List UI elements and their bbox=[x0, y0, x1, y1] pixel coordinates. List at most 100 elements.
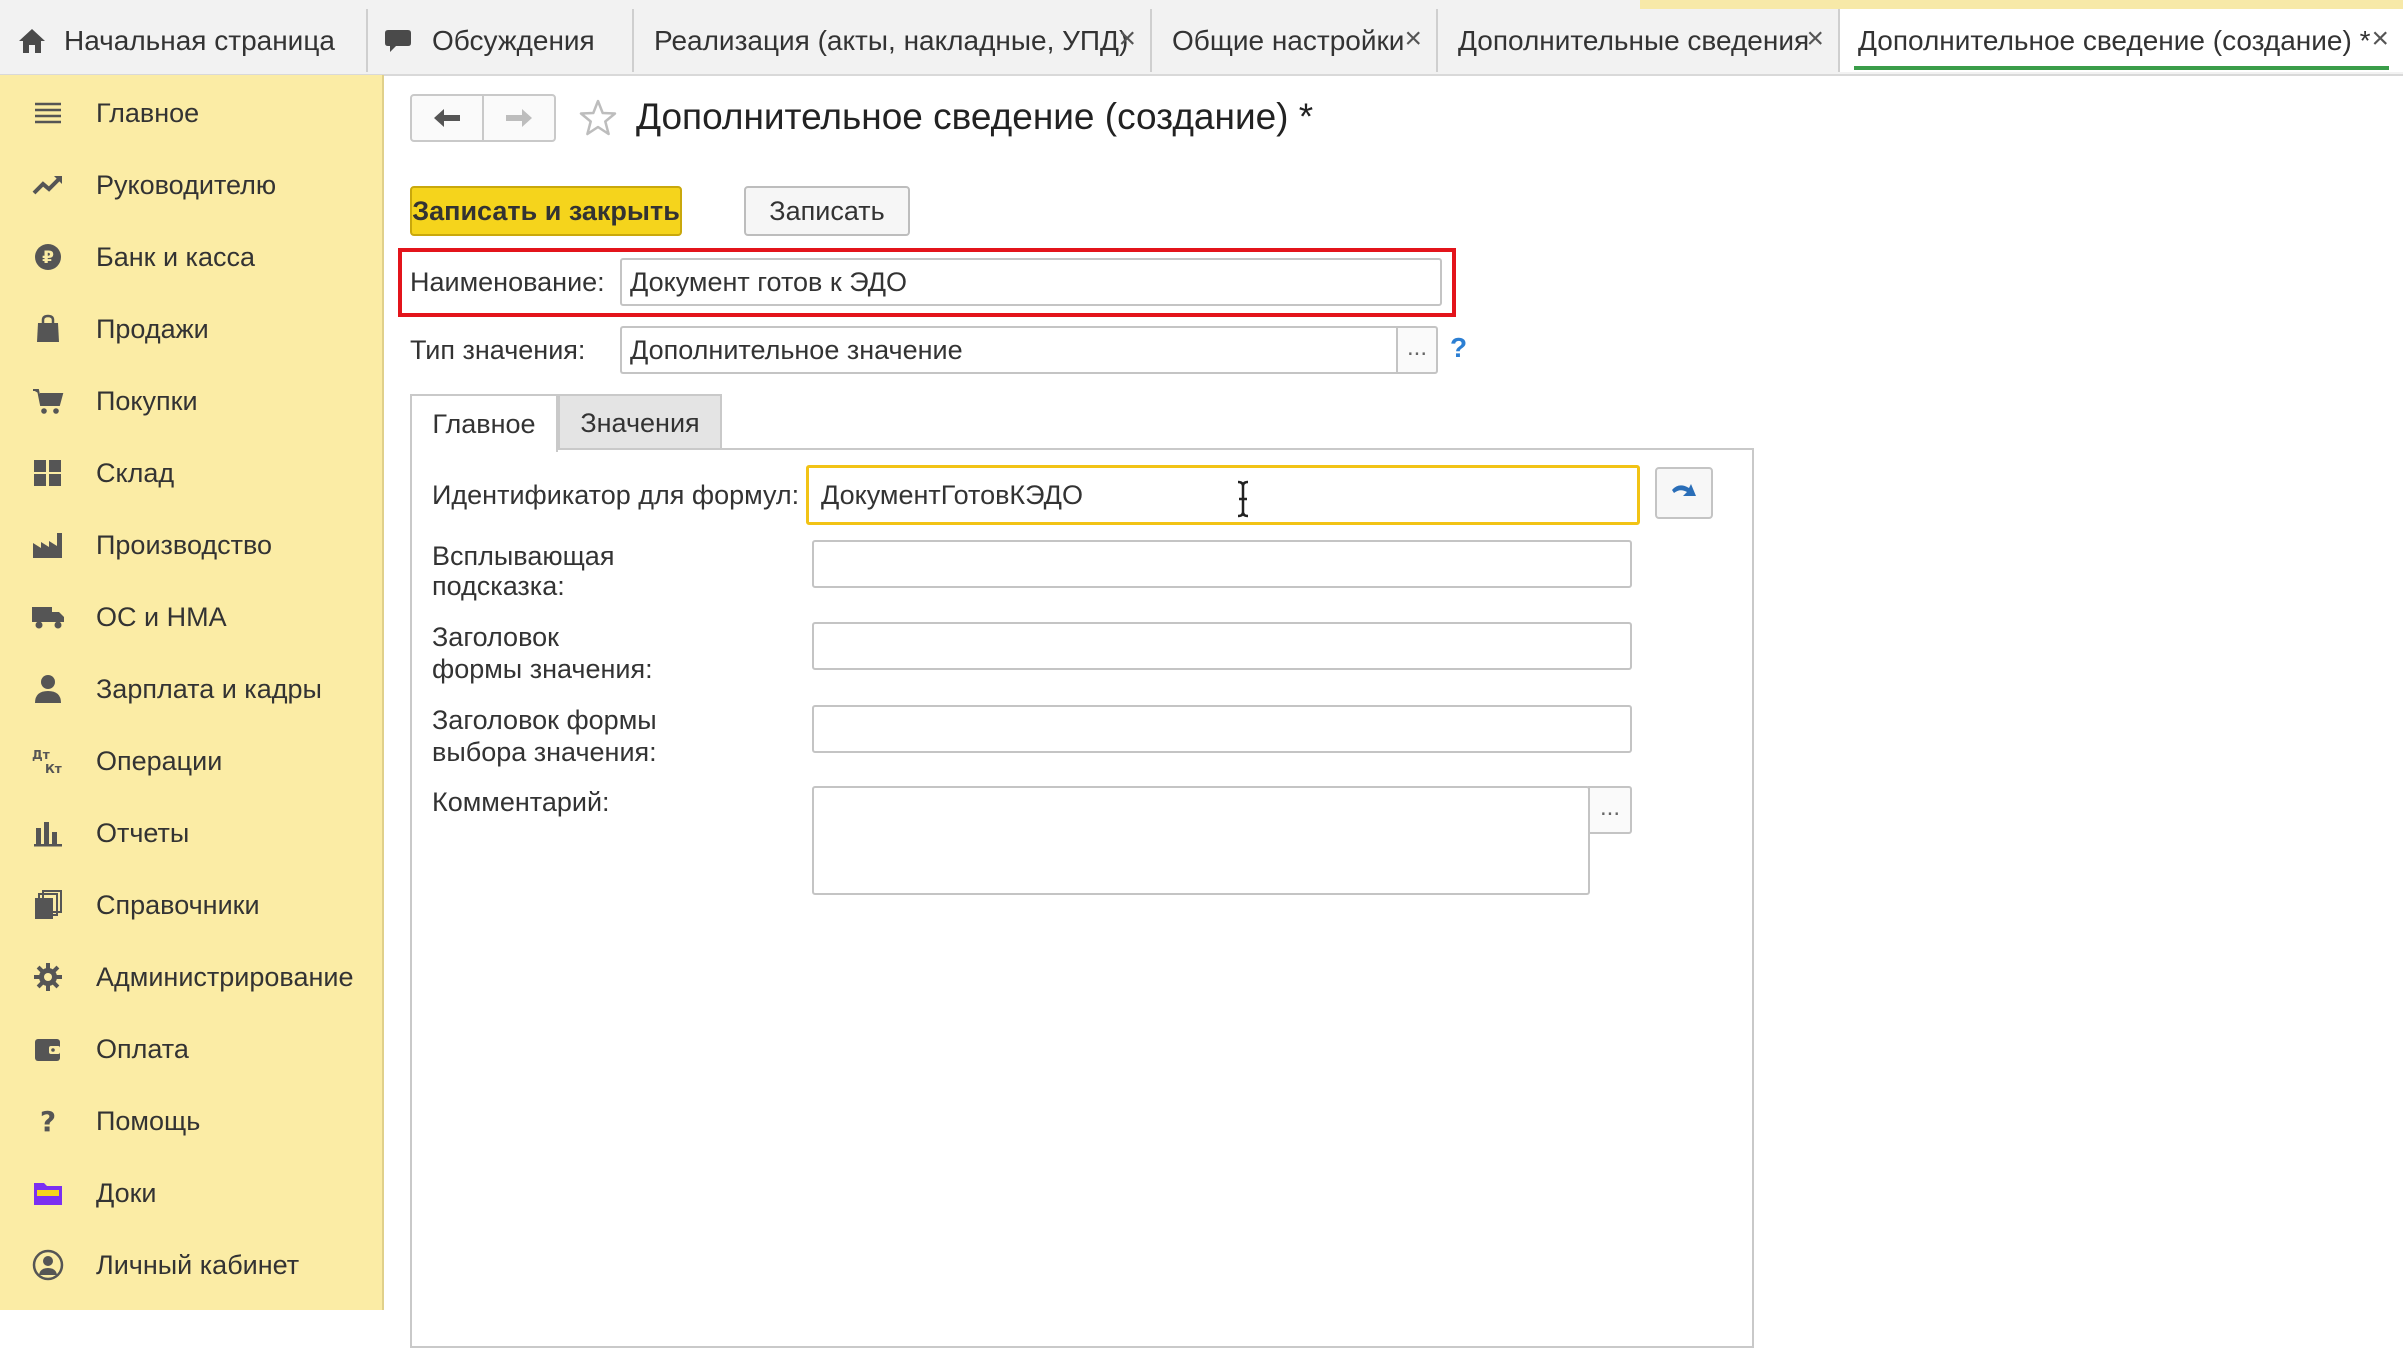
folder-icon bbox=[30, 1175, 66, 1211]
trend-up-icon bbox=[30, 167, 66, 203]
svg-text:Кт: Кт bbox=[45, 762, 62, 776]
sidebar: Главное Руководителю ₽ Банк и касса Прод… bbox=[0, 75, 384, 1310]
sidebar-item-label: Банк и касса bbox=[96, 242, 255, 272]
user-circle-icon bbox=[30, 1247, 66, 1283]
sidebar-item-label: Помощь bbox=[96, 1106, 201, 1136]
identifier-input[interactable]: ДокументГотовКЭДО bbox=[806, 465, 1640, 525]
tab-label: Дополнительное сведение (создание) * bbox=[1858, 24, 2371, 56]
tab-bar-accent bbox=[1640, 0, 2403, 9]
value-form-title-input[interactable] bbox=[812, 622, 1632, 670]
comment-label: Комментарий: bbox=[432, 787, 610, 817]
name-input[interactable]: Документ готов к ЭДО bbox=[620, 258, 1442, 306]
value-type-label: Тип значения: bbox=[410, 335, 586, 365]
sidebar-item-label: Справочники bbox=[96, 890, 260, 920]
tab-sales-docs[interactable]: Реализация (акты, накладные, УПД) × bbox=[634, 9, 1152, 72]
warehouse-grid-icon bbox=[30, 455, 66, 491]
sidebar-item-administration[interactable]: Администрирование bbox=[0, 947, 382, 1007]
tab-label: Начальная страница bbox=[64, 24, 335, 56]
sidebar-item-label: Руководителю bbox=[96, 170, 277, 200]
tab-additional-info[interactable]: Дополнительные сведения × bbox=[1438, 9, 1840, 72]
tab-main[interactable]: Главное bbox=[410, 394, 558, 452]
value-type-input[interactable]: Дополнительное значение bbox=[620, 326, 1398, 374]
sidebar-item-label: Операции bbox=[96, 746, 223, 776]
arrow-right-icon bbox=[506, 109, 532, 127]
sidebar-item-bank[interactable]: ₽ Банк и касса bbox=[0, 227, 382, 287]
close-icon[interactable]: × bbox=[1404, 24, 1422, 54]
sidebar-item-main[interactable]: Главное bbox=[0, 83, 382, 143]
tab-discussions[interactable]: Обсуждения bbox=[368, 9, 634, 72]
tab-values[interactable]: Значения bbox=[558, 394, 722, 450]
sidebar-item-label: Зарплата и кадры bbox=[96, 674, 322, 704]
dt-kt-icon: Дт Кт bbox=[30, 743, 66, 779]
sidebar-item-account[interactable]: Личный кабинет bbox=[0, 1235, 382, 1295]
choice-form-title-input[interactable] bbox=[812, 705, 1632, 753]
sidebar-item-label: Главное bbox=[96, 98, 200, 128]
identifier-label: Идентификатор для формул: bbox=[432, 480, 800, 510]
close-icon[interactable]: × bbox=[1118, 24, 1136, 54]
factory-icon bbox=[30, 527, 66, 563]
help-icon[interactable]: ? bbox=[1450, 332, 1467, 364]
page-title: Дополнительное сведение (создание) * bbox=[636, 96, 1314, 137]
comment-textarea[interactable] bbox=[812, 786, 1590, 895]
forward-button[interactable] bbox=[482, 96, 554, 140]
sidebar-item-warehouse[interactable]: Склад bbox=[0, 443, 382, 503]
sidebar-item-manager[interactable]: Руководителю bbox=[0, 155, 382, 215]
person-icon bbox=[30, 671, 66, 707]
chat-icon bbox=[382, 23, 418, 59]
tab-general-settings[interactable]: Общие настройки × bbox=[1152, 9, 1438, 72]
sidebar-item-fixed-assets[interactable]: ОС и НМА bbox=[0, 587, 382, 647]
tab-label: Общие настройки bbox=[1172, 24, 1405, 56]
sidebar-item-label: Личный кабинет bbox=[96, 1250, 300, 1280]
star-icon[interactable] bbox=[578, 98, 618, 138]
gear-icon bbox=[30, 959, 66, 995]
sidebar-item-label: Склад bbox=[96, 458, 175, 488]
tab-home[interactable]: Начальная страница bbox=[0, 9, 368, 72]
tooltip-label-line2: подсказка: bbox=[432, 571, 565, 601]
tab-bar: Начальная страница Обсуждения Реализация… bbox=[0, 0, 2403, 76]
text-cursor-icon bbox=[1237, 480, 1249, 518]
close-icon[interactable]: × bbox=[2371, 24, 2389, 54]
back-button[interactable] bbox=[412, 96, 482, 140]
shopping-bag-icon bbox=[30, 311, 66, 347]
comment-edit-button[interactable]: ... bbox=[1588, 786, 1632, 834]
save-and-close-button[interactable]: Записать и закрыть bbox=[410, 186, 682, 236]
tab-additional-info-create[interactable]: Дополнительное сведение (создание) * × bbox=[1840, 9, 2403, 72]
svg-text:₽: ₽ bbox=[42, 248, 54, 268]
svg-text:?: ? bbox=[40, 1106, 56, 1136]
tab-label: Дополнительные сведения bbox=[1458, 24, 1810, 56]
sidebar-item-purchases[interactable]: Покупки bbox=[0, 371, 382, 431]
sidebar-item-label: Покупки bbox=[96, 386, 198, 416]
choice-form-title-label-line1: Заголовок формы bbox=[432, 705, 657, 735]
sidebar-item-payroll[interactable]: Зарплата и кадры bbox=[0, 659, 382, 719]
sidebar-item-reports[interactable]: Отчеты bbox=[0, 803, 382, 863]
close-icon[interactable]: × bbox=[1806, 24, 1824, 54]
wallet-icon bbox=[30, 1031, 66, 1067]
value-form-title-label-line1: Заголовок bbox=[432, 622, 559, 652]
value-type-select-button[interactable]: ... bbox=[1396, 326, 1438, 374]
sidebar-item-operations[interactable]: Дт Кт Операции bbox=[0, 731, 382, 791]
question-icon: ? bbox=[30, 1103, 66, 1139]
save-button[interactable]: Записать bbox=[744, 186, 910, 236]
arrow-left-icon bbox=[434, 109, 460, 127]
ruble-coin-icon: ₽ bbox=[30, 239, 66, 275]
curved-arrow-icon bbox=[1672, 484, 1696, 496]
sidebar-item-help[interactable]: ? Помощь bbox=[0, 1091, 382, 1151]
generate-identifier-button[interactable] bbox=[1655, 467, 1713, 519]
tooltip-label-line1: Всплывающая bbox=[432, 541, 615, 571]
sidebar-item-sales[interactable]: Продажи bbox=[0, 299, 382, 359]
bar-chart-icon bbox=[30, 815, 66, 851]
menu-lines-icon bbox=[30, 95, 66, 131]
sidebar-item-label: Доки bbox=[96, 1178, 157, 1208]
svg-text:Дт: Дт bbox=[32, 748, 50, 762]
sidebar-item-catalogs[interactable]: Справочники bbox=[0, 875, 382, 935]
sidebar-item-label: ОС и НМА bbox=[96, 602, 227, 632]
books-icon bbox=[30, 887, 66, 923]
tab-label: Реализация (акты, накладные, УПД) bbox=[654, 24, 1129, 56]
sidebar-item-label: Администрирование bbox=[96, 962, 354, 992]
sidebar-item-production[interactable]: Производство bbox=[0, 515, 382, 575]
sidebar-item-docs[interactable]: Доки bbox=[0, 1163, 382, 1223]
tab-label: Обсуждения bbox=[432, 24, 595, 56]
sidebar-item-payment[interactable]: Оплата bbox=[0, 1019, 382, 1079]
tooltip-input[interactable] bbox=[812, 540, 1632, 588]
sidebar-item-label: Отчеты bbox=[96, 818, 190, 848]
